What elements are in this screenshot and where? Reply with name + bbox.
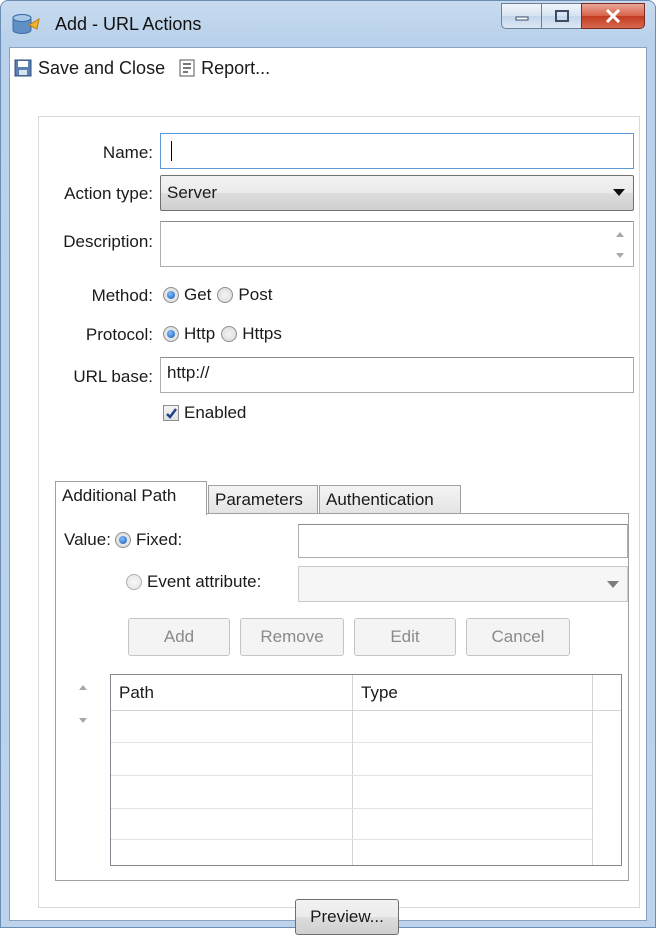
close-button[interactable]	[581, 3, 645, 29]
table-row[interactable]	[111, 808, 593, 809]
description-label: Description:	[63, 232, 153, 251]
method-post-label: Post	[238, 285, 273, 304]
url-base-label: URL base:	[73, 367, 153, 386]
path-table[interactable]: Path Type	[110, 674, 622, 866]
scroll-down-icon[interactable]	[615, 252, 625, 260]
table-row[interactable]	[111, 742, 593, 743]
table-row[interactable]	[111, 839, 593, 840]
protocol-https-radio[interactable]	[221, 326, 238, 342]
event-attribute-label: Event attribute:	[147, 572, 262, 591]
report-button[interactable]: Report...	[179, 58, 270, 79]
floppy-disk-icon	[14, 59, 32, 77]
scroll-up-icon[interactable]	[615, 230, 625, 238]
method-get-label: Get	[184, 285, 212, 304]
text-caret	[171, 141, 172, 161]
value-fixed-row: Value: Fixed:	[64, 530, 188, 550]
tab-authentication[interactable]: Authentication	[319, 485, 461, 515]
cancel-button[interactable]: Cancel	[466, 618, 570, 656]
window-client-area: Save and Close Report... Name: Action ty…	[9, 47, 647, 935]
report-label: Report...	[201, 57, 271, 78]
method-radio-group: Get Post	[163, 285, 278, 305]
fixed-value-field[interactable]	[298, 524, 628, 558]
fixed-radio[interactable]	[114, 532, 131, 548]
move-down-button[interactable]	[72, 710, 94, 732]
add-button[interactable]: Add	[128, 618, 230, 656]
chevron-down-icon	[607, 581, 619, 588]
column-divider	[352, 675, 353, 865]
column-divider	[592, 675, 593, 865]
enabled-checkbox[interactable]	[163, 405, 179, 421]
event-attribute-radio[interactable]	[126, 574, 142, 590]
additional-path-tab-panel: Value: Fixed: Event attribute: Add Remov…	[55, 513, 629, 881]
minimize-icon	[515, 16, 528, 21]
action-type-value: Server	[167, 183, 218, 202]
protocol-https-label: Https	[242, 324, 282, 343]
enabled-label: Enabled	[184, 403, 247, 422]
preview-button[interactable]: Preview...	[295, 899, 399, 935]
table-row[interactable]	[111, 775, 593, 776]
arrow-up-icon	[79, 685, 87, 690]
event-attribute-select[interactable]	[298, 566, 628, 602]
action-type-select[interactable]: Server	[160, 175, 634, 211]
close-icon	[605, 9, 621, 23]
tab-additional-path[interactable]: Additional Path	[55, 481, 207, 515]
method-post-radio[interactable]	[217, 287, 234, 303]
edit-button[interactable]: Edit	[354, 618, 456, 656]
tab-parameters[interactable]: Parameters	[208, 485, 318, 515]
description-field[interactable]	[160, 221, 634, 267]
chevron-down-icon	[613, 189, 625, 196]
protocol-radio-group: Http Https	[163, 324, 288, 344]
toolbar: Save and Close Report...	[10, 48, 646, 88]
protocol-http-label: Http	[184, 324, 216, 343]
column-header-type[interactable]: Type	[361, 683, 398, 703]
database-icon	[12, 14, 40, 34]
remove-button[interactable]: Remove	[240, 618, 344, 656]
protocol-label: Protocol:	[85, 325, 153, 344]
fixed-label: Fixed:	[135, 530, 183, 549]
arrow-down-icon	[79, 718, 87, 723]
table-header: Path Type	[111, 675, 621, 711]
method-label: Method:	[91, 286, 153, 305]
report-icon	[179, 59, 195, 77]
save-and-close-label: Save and Close	[38, 57, 166, 78]
maximize-icon	[554, 10, 569, 22]
minimize-button[interactable]	[501, 3, 541, 29]
url-base-value: http://	[167, 363, 210, 382]
action-type-label: Action type:	[64, 184, 153, 203]
checkmark-icon	[166, 408, 177, 419]
save-and-close-button[interactable]: Save and Close	[14, 58, 165, 79]
url-base-field[interactable]: http://	[160, 357, 634, 393]
caption-buttons	[501, 3, 645, 29]
enabled-row: Enabled	[163, 403, 252, 423]
move-up-button[interactable]	[72, 676, 94, 698]
name-label: Name:	[102, 143, 153, 162]
event-attribute-row: Event attribute:	[126, 572, 267, 592]
protocol-http-radio[interactable]	[163, 326, 179, 342]
maximize-button[interactable]	[541, 3, 581, 29]
form-panel: Name: Action type: Server Description: M…	[38, 116, 640, 935]
url-actions-window: Add - URL Actions Save and Close Report.…	[0, 0, 656, 935]
name-field[interactable]	[160, 133, 634, 169]
method-get-radio[interactable]	[163, 287, 179, 303]
title-bar[interactable]: Add - URL Actions	[1, 1, 655, 47]
value-label: Value:	[64, 530, 111, 549]
column-header-path[interactable]: Path	[119, 683, 154, 703]
window-title: Add - URL Actions	[55, 14, 202, 34]
